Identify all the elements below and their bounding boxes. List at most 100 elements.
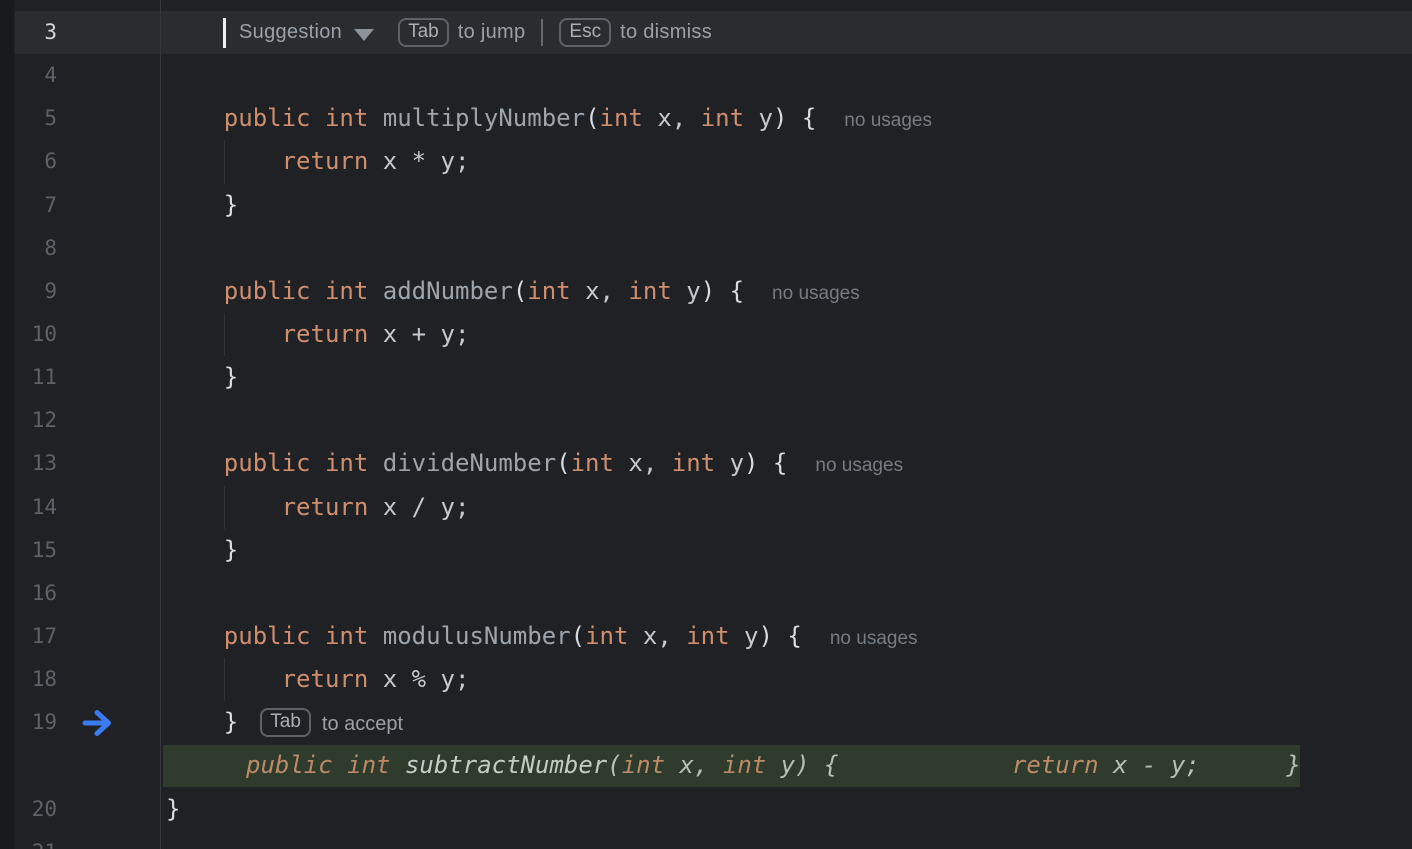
code-token: (	[585, 104, 599, 132]
code-token	[166, 191, 224, 219]
code-editor: 345 public int multiplyNumber(int x, int…	[0, 0, 1412, 849]
code-line[interactable]: 6 return x * y;	[0, 140, 1412, 183]
code-token: }	[224, 191, 238, 219]
code-token: ) {	[744, 449, 787, 477]
code-line[interactable]: 11 }	[0, 356, 1412, 399]
code-line[interactable]: 16	[0, 572, 1412, 615]
code-token: int	[622, 751, 665, 779]
suggestion-label[interactable]: Suggestion	[239, 21, 342, 44]
code-token: int	[600, 104, 643, 132]
code-token: y) {	[766, 751, 1012, 779]
code-token	[311, 277, 325, 305]
code-token: (	[556, 449, 570, 477]
code-line[interactable]: 4	[0, 54, 1412, 97]
text-caret	[223, 18, 226, 48]
code-line[interactable]: 18 return x % y;	[0, 658, 1412, 701]
code-token: }	[224, 536, 238, 564]
code-line[interactable]: 7 }	[0, 184, 1412, 227]
chevron-down-icon[interactable]	[354, 29, 374, 41]
code-text: public int addNumber(int x, int y) {no u…	[166, 270, 860, 315]
code-token: subtractNumber	[405, 751, 607, 779]
line-number[interactable]: 7	[0, 184, 57, 227]
code-token	[166, 320, 282, 348]
no-usages-inlay[interactable]: no usages	[830, 628, 918, 649]
code-text: return x + y;	[166, 313, 469, 356]
code-token	[166, 708, 224, 736]
line-number[interactable]: 9	[0, 270, 57, 313]
code-text: public int multiplyNumber(int x, int y) …	[166, 97, 932, 142]
code-line[interactable]: 14 return x / y;	[0, 486, 1412, 529]
accept-arrow-icon[interactable]	[82, 707, 113, 738]
line-number[interactable]: 5	[0, 97, 57, 140]
line-number[interactable]: 11	[0, 356, 57, 399]
line-number[interactable]: 8	[0, 227, 57, 270]
line-number[interactable]: 3	[0, 11, 57, 54]
code-token	[368, 449, 382, 477]
code-token: x,	[628, 622, 686, 650]
code-token	[368, 104, 382, 132]
code-token	[311, 104, 325, 132]
code-token: x,	[643, 104, 701, 132]
code-text: return x * y;	[166, 140, 469, 183]
code-token: int	[628, 277, 671, 305]
line-number[interactable]: 15	[0, 529, 57, 572]
code-token: multiplyNumber	[383, 104, 585, 132]
code-line[interactable]: 13 public int divideNumber(int x, int y)…	[0, 442, 1412, 485]
code-token: ) {	[773, 104, 816, 132]
line-number[interactable]: 10	[0, 313, 57, 356]
code-text: }	[166, 356, 238, 399]
code-token: int	[347, 751, 390, 779]
code-token: int	[527, 277, 570, 305]
code-line[interactable]: 19 }Tabto accept	[0, 701, 1412, 744]
code-token: int	[686, 622, 729, 650]
code-token: public	[246, 751, 333, 779]
no-usages-inlay[interactable]: no usages	[772, 283, 860, 304]
code-token: (	[607, 751, 621, 779]
code-line[interactable]: 20}	[0, 788, 1412, 831]
code-token: addNumber	[383, 277, 513, 305]
no-usages-inlay[interactable]: no usages	[844, 110, 932, 131]
code-token: int	[325, 449, 368, 477]
code-line[interactable]: 21	[0, 831, 1412, 849]
line-number[interactable]	[0, 744, 57, 787]
code-line[interactable]: 5 public int multiplyNumber(int x, int y…	[0, 97, 1412, 140]
line-number[interactable]: 16	[0, 572, 57, 615]
line-number[interactable]: 20	[0, 788, 57, 831]
dismiss-hint-text: to dismiss	[620, 21, 712, 44]
code-token: public	[224, 449, 311, 477]
code-token: return	[282, 493, 369, 521]
code-line[interactable]: 15 }	[0, 529, 1412, 572]
no-usages-inlay[interactable]: no usages	[815, 455, 903, 476]
code-token	[311, 622, 325, 650]
suggestion-hint-bar: Suggestion Tab to jump Esc to dismiss	[166, 11, 712, 54]
code-token	[166, 493, 282, 521]
code-line[interactable]: 9 public int addNumber(int x, int y) {no…	[0, 270, 1412, 313]
line-number[interactable]: 19	[0, 701, 57, 744]
line-number[interactable]: 6	[0, 140, 57, 183]
line-number[interactable]: 12	[0, 399, 57, 442]
code-token	[166, 363, 224, 391]
line-number[interactable]: 13	[0, 442, 57, 485]
line-number[interactable]: 21	[0, 831, 57, 849]
code-token	[333, 751, 347, 779]
code-line[interactable]: 8	[0, 227, 1412, 270]
code-line[interactable]: 10 return x + y;	[0, 313, 1412, 356]
jump-hint-text: to jump	[458, 21, 526, 44]
code-text: public int modulusNumber(int x, int y) {…	[166, 615, 918, 660]
line-number[interactable]: 4	[0, 54, 57, 97]
line-number[interactable]: 17	[0, 615, 57, 658]
code-line[interactable]: 17 public int modulusNumber(int x, int y…	[0, 615, 1412, 658]
code-text: public int divideNumber(int x, int y) {n…	[166, 442, 903, 487]
code-token: (	[513, 277, 527, 305]
code-token	[166, 536, 224, 564]
tab-key-badge: Tab	[398, 18, 449, 47]
gutter-separator	[160, 0, 161, 849]
code-token: x - y; }	[1099, 751, 1301, 779]
line-number[interactable]: 14	[0, 486, 57, 529]
line-number[interactable]: 18	[0, 658, 57, 701]
code-lines-container: 345 public int multiplyNumber(int x, int…	[0, 11, 1412, 849]
code-token: x + y;	[368, 320, 469, 348]
code-line[interactable]: 12	[0, 399, 1412, 442]
ghost-suggestion-line[interactable]: public int subtractNumber(int x, int y) …	[0, 744, 1412, 787]
code-token: int	[585, 622, 628, 650]
